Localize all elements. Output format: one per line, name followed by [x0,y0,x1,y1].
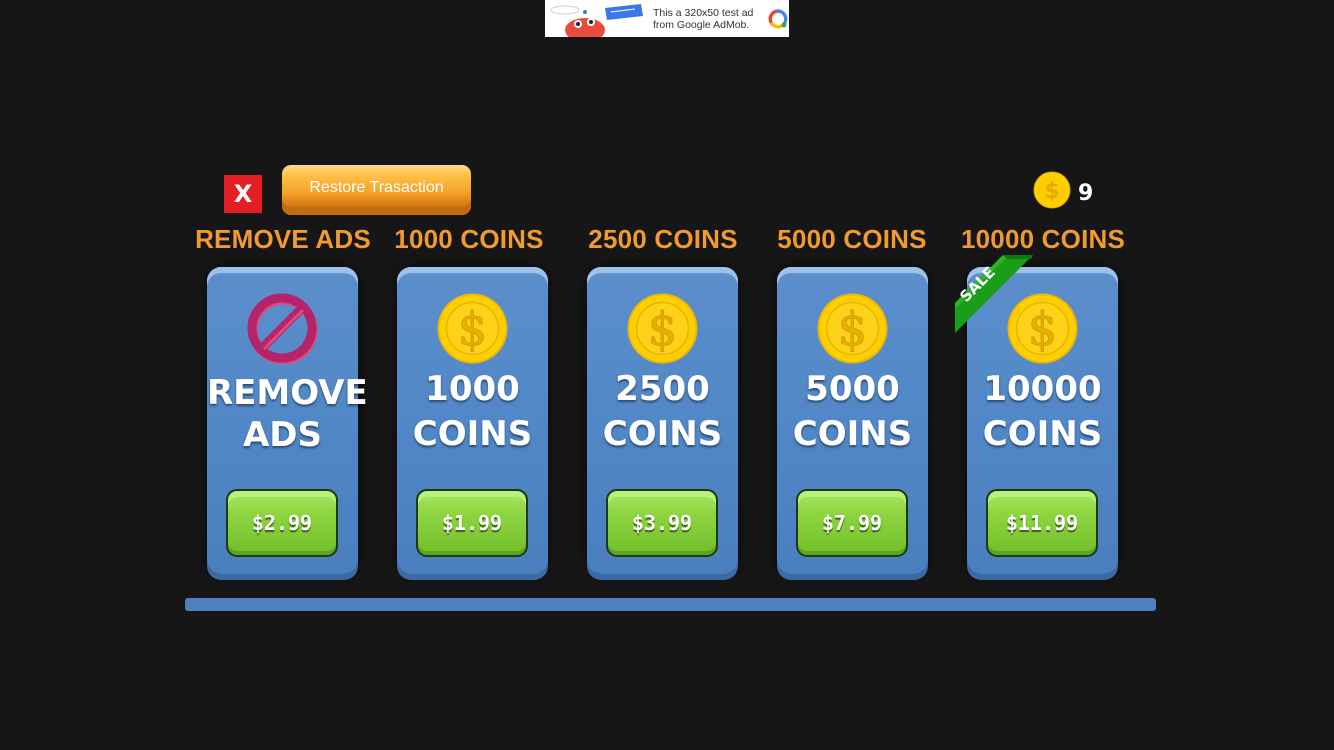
card-label-line1: 1000 [425,369,520,409]
card-label-line1: 10000 [983,369,1102,409]
buy-1000-coins-button[interactable]: $1.99 [416,489,528,557]
ad-text: This a 320x50 test ad from Google AdMob. [649,7,763,31]
svg-text:$: $ [648,302,677,356]
svg-text:$: $ [838,302,867,356]
coin-icon: $ [627,293,698,364]
coin-counter: $ 9 [1033,171,1093,209]
price-label: $2.99 [251,511,313,535]
product-card-remove-ads[interactable]: REMOVE ADS $2.99 [207,267,368,574]
restore-transaction-button[interactable]: Restore Trasaction [282,165,471,215]
coin-icon: $ [817,293,888,364]
product-title-2500-coins: 2500 COINS [588,224,738,254]
sale-ribbon: SALE [955,255,1033,333]
coin-count: 9 [1078,180,1094,206]
no-ads-icon [247,293,318,364]
product-card-2500-coins[interactable]: $ 2500 COINS $3.99 [587,267,738,574]
product-card-1000-coins[interactable]: $ 1000 COINS $1.99 [397,267,548,574]
card-label-line2: COINS [412,414,533,454]
buy-remove-ads-button[interactable]: $2.99 [226,489,338,557]
product-card-5000-coins[interactable]: $ 5000 COINS $7.99 [777,267,928,574]
price-label: $7.99 [821,511,883,535]
buy-2500-coins-button[interactable]: $3.99 [606,489,718,557]
restore-button-label: Restore Trasaction [309,179,444,196]
buy-5000-coins-button[interactable]: $7.99 [796,489,908,557]
coin-icon: $ [437,293,508,364]
bottom-bar [185,598,1156,611]
price-label: $1.99 [441,511,503,535]
card-label-line2: ADS [242,415,323,455]
buy-10000-coins-button[interactable]: $11.99 [986,489,1098,557]
svg-text:$: $ [1044,179,1059,204]
ad-text-line2: from Google AdMob. [653,18,750,31]
ad-mascot-image [545,0,649,37]
product-title-5000-coins: 5000 COINS [777,224,927,254]
ad-banner[interactable]: This a 320x50 test ad from Google AdMob. [545,0,789,37]
ad-text-line1: This a 320x50 test ad [653,6,754,19]
close-icon: X [233,180,253,208]
price-label: $3.99 [631,511,693,535]
price-label: $11.99 [1005,511,1079,535]
product-title-remove-ads: REMOVE ADS [195,224,371,254]
coin-icon: $ [1033,171,1071,209]
card-label-line1: REMOVE [207,373,368,413]
product-title-1000-coins: 1000 COINS [394,224,544,254]
card-label-line2: COINS [602,414,723,454]
card-label-line1: 2500 [615,369,710,409]
card-label-line2: COINS [982,414,1103,454]
card-label-line1: 5000 [805,369,900,409]
product-title-10000-coins: 10000 COINS [960,224,1126,254]
svg-text:$: $ [458,302,487,356]
admob-logo-icon [767,8,789,30]
close-button[interactable]: X [224,175,262,213]
card-label-line2: COINS [792,414,913,454]
